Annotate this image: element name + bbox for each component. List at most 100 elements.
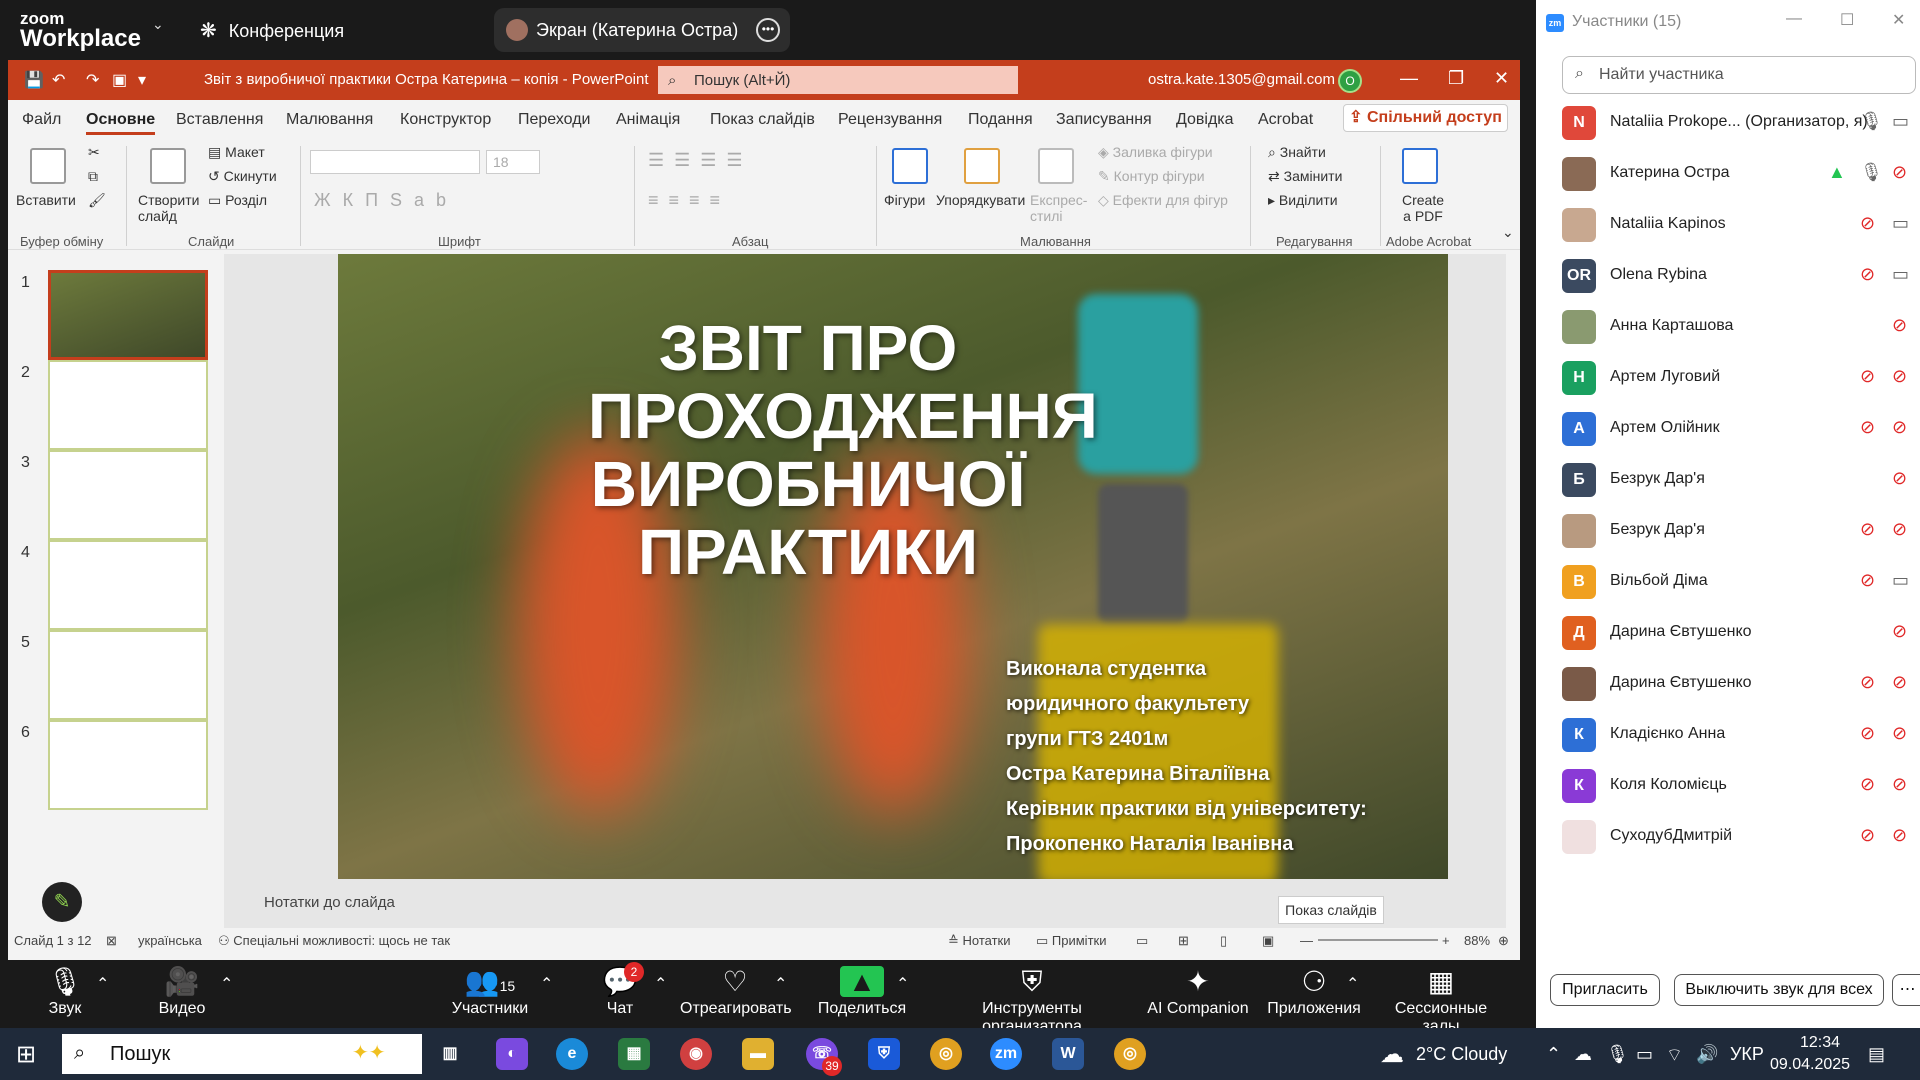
tab-insert[interactable]: Вставлення <box>176 111 263 129</box>
share-options-chevron[interactable]: ⌃ <box>896 974 909 994</box>
video-options-chevron[interactable]: ⌃ <box>220 974 233 994</box>
undo-icon[interactable]: ↶ <box>52 70 65 90</box>
normal-view-icon[interactable]: ▭ <box>1136 933 1148 949</box>
video-off-icon[interactable]: ⊘ <box>1892 366 1907 387</box>
new-slide-button[interactable]: Створити слайд <box>138 192 199 224</box>
chrome-profile-icon[interactable]: ◎ <box>1114 1038 1146 1070</box>
thumbnail-slide-1[interactable] <box>48 270 208 360</box>
find-button[interactable]: ⌕ Знайти <box>1268 144 1326 161</box>
font-size-box[interactable]: 18 <box>486 150 540 174</box>
video-off-icon[interactable]: ⊘ <box>1892 825 1907 846</box>
slideshow-view-icon[interactable]: ▣ <box>1262 933 1274 949</box>
tab-view[interactable]: Подання <box>968 111 1033 129</box>
align-buttons[interactable]: ≡≡≡≡ <box>648 190 730 211</box>
word-icon[interactable]: W <box>1052 1038 1084 1070</box>
copilot-icon[interactable]: ◐ <box>496 1038 528 1070</box>
mic-muted-icon[interactable]: ⊘ <box>1892 315 1907 336</box>
taskbar-search[interactable]: ⌕ Пошук ✦✦ <box>62 1034 422 1074</box>
thumbnail-slide-4[interactable] <box>48 540 208 630</box>
zoom-out-icon[interactable]: — <box>1300 933 1313 948</box>
mic-muted-icon[interactable]: ⊘ <box>1860 417 1875 438</box>
mic-muted-icon[interactable]: ⊘ <box>1860 672 1875 693</box>
arrange-button[interactable]: Упорядкувати <box>936 192 1025 208</box>
microphone-icon[interactable]: 🎙 <box>1860 162 1883 183</box>
participants-options-chevron[interactable]: ⌃ <box>540 974 553 994</box>
mic-muted-icon[interactable]: ⊘ <box>1860 366 1875 387</box>
fit-slide-icon[interactable]: ⊕ <box>1498 933 1509 949</box>
tab-design[interactable]: Конструктор <box>400 111 491 129</box>
participant-row[interactable]: А Артем Олійник ⊘ ⊘ <box>1562 404 1920 455</box>
participant-row[interactable]: OR Olena Rybina ⊘ ▭ <box>1562 251 1920 302</box>
zoom-level[interactable]: 88% <box>1464 933 1490 948</box>
close-icon[interactable]: ✕ <box>1494 68 1509 89</box>
shapes-button[interactable]: Фігури <box>884 192 925 208</box>
mic-muted-icon[interactable]: ⊘ <box>1860 264 1875 285</box>
participant-search-input[interactable]: ⌕ Найти участника <box>1562 56 1916 94</box>
minimize-icon[interactable]: — <box>1786 10 1802 28</box>
video-button[interactable]: 🎥 Видео <box>156 964 208 1018</box>
sorter-view-icon[interactable]: ⊞ <box>1178 933 1189 949</box>
tray-chevron-icon[interactable]: ⌃ <box>1546 1044 1561 1065</box>
breakout-rooms-button[interactable]: ▦ Сессионные залы <box>1378 964 1504 1036</box>
chrome-icon[interactable]: ◎ <box>930 1038 962 1070</box>
video-off-icon[interactable]: ⊘ <box>1892 723 1907 744</box>
paste-icon[interactable] <box>30 148 66 184</box>
participant-row[interactable]: Катерина Остра ▲ 🎙 ⊘ <box>1562 149 1920 200</box>
tab-draw[interactable]: Малювання <box>286 111 373 129</box>
tab-help[interactable]: Довідка <box>1176 111 1234 129</box>
mic-muted-icon[interactable]: ⊘ <box>1860 570 1875 591</box>
pen-icon[interactable]: ✎ <box>42 882 82 922</box>
thumbnail-slide-2[interactable] <box>48 360 208 450</box>
comments-button[interactable]: ▭ Примітки <box>1036 933 1106 949</box>
layout-button[interactable]: ▤ Макет <box>208 144 265 161</box>
apps-options-chevron[interactable]: ⌃ <box>1346 974 1359 994</box>
tab-review[interactable]: Рецензування <box>838 111 942 129</box>
participant-row[interactable]: Nataliia Kapinos ⊘ ▭ <box>1562 200 1920 251</box>
notes-button[interactable]: ≙ Нотатки <box>948 933 1011 949</box>
volume-icon[interactable]: 🔊 <box>1696 1044 1718 1065</box>
close-icon[interactable]: ✕ <box>1892 10 1905 30</box>
account-avatar[interactable]: O <box>1338 69 1362 93</box>
section-button[interactable]: ▭ Розділ <box>208 192 267 209</box>
quick-styles-icon[interactable] <box>1038 148 1074 184</box>
task-view-icon[interactable]: ▥ <box>434 1038 466 1070</box>
tab-transitions[interactable]: Переходи <box>518 111 590 129</box>
shape-effects-button[interactable]: ◇ Ефекти для фігур <box>1098 192 1228 209</box>
chat-options-chevron[interactable]: ⌃ <box>654 974 667 994</box>
participant-row[interactable]: N Nataliia Prokope... (Организатор, я) 🎙 ▭ <box>1562 98 1920 149</box>
ppt-search-box[interactable]: ⌕ Пошук (Alt+Й) <box>658 66 1018 94</box>
edge-icon[interactable]: e <box>556 1038 588 1070</box>
tab-animations[interactable]: Анімація <box>616 111 680 129</box>
mic-muted-icon[interactable]: ⊘ <box>1860 213 1875 234</box>
video-off-icon[interactable]: ⊘ <box>1892 672 1907 693</box>
zoom-slider[interactable] <box>1318 939 1438 941</box>
participant-row[interactable]: В Вільбой Діма ⊘ ▭ <box>1562 557 1920 608</box>
shapes-icon[interactable] <box>892 148 928 184</box>
participant-row[interactable]: Д Дарина Євтушенко ⊘ <box>1562 608 1920 659</box>
participant-row[interactable]: Безрук Дар'я ⊘ ⊘ <box>1562 506 1920 557</box>
video-off-icon[interactable]: ⊘ <box>1892 162 1907 183</box>
mute-all-button[interactable]: Выключить звук для всех <box>1674 974 1884 1006</box>
participant-row[interactable]: СуходубДмитрій ⊘ ⊘ <box>1562 812 1920 863</box>
customize-qa-icon[interactable]: ▾ <box>138 70 146 90</box>
mic-muted-icon[interactable]: ⊘ <box>1860 774 1875 795</box>
format-painter-icon[interactable]: 🖌 <box>88 192 106 209</box>
audio-button[interactable]: 🎙 Звук <box>40 964 90 1018</box>
tab-home[interactable]: Основне <box>86 111 156 135</box>
video-off-icon[interactable]: ⊘ <box>1892 774 1907 795</box>
cut-icon[interactable]: ✂ <box>88 144 100 161</box>
ai-companion-button[interactable]: ✦ AI Companion <box>1146 964 1250 1018</box>
mic-muted-icon[interactable]: ⊘ <box>1860 825 1875 846</box>
shape-fill-button[interactable]: ◈ Заливка фігури <box>1098 144 1213 161</box>
more-options-icon[interactable]: ••• <box>756 18 780 42</box>
mic-muted-icon[interactable]: ⊘ <box>1860 519 1875 540</box>
video-camera-icon[interactable]: ▭ <box>1892 570 1909 591</box>
mic-muted-icon[interactable]: ⊘ <box>1892 621 1907 642</box>
font-name-box[interactable] <box>310 150 480 174</box>
present-icon[interactable]: ▣ <box>112 70 127 90</box>
thumbnail-slide-5[interactable] <box>48 630 208 720</box>
maximize-icon[interactable]: ☐ <box>1840 10 1854 30</box>
clock[interactable]: 12:34 09.04.2025 <box>1770 1034 1850 1074</box>
new-slide-icon[interactable] <box>150 148 186 184</box>
tab-slideshow[interactable]: Показ слайдів <box>710 111 815 129</box>
